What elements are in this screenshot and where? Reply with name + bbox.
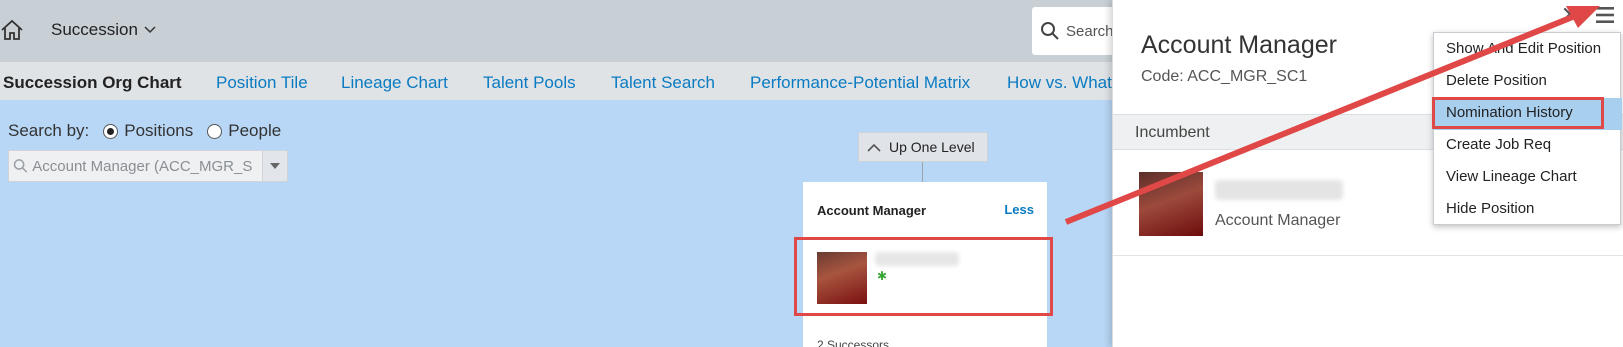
search-icon	[13, 159, 28, 173]
puzzle-icon: ✱	[877, 269, 888, 283]
menu-item-view-lineage-chart[interactable]: View Lineage Chart	[1434, 162, 1622, 194]
menu-item-hide-position[interactable]: Hide Position	[1434, 194, 1622, 226]
position-search-combobox[interactable]: Account Manager (ACC_MGR_S	[8, 150, 288, 182]
menu-item-create-job-req[interactable]: Create Job Req	[1434, 130, 1622, 162]
tab-position-tile[interactable]: Position Tile	[216, 73, 308, 93]
search-placeholder: Search	[1066, 22, 1114, 40]
position-code: Code: ACC_MGR_SC1	[1141, 68, 1308, 85]
tab-performance-potential-matrix[interactable]: Performance-Potential Matrix	[750, 73, 970, 93]
tab-talent-pools[interactable]: Talent Pools	[483, 73, 576, 93]
menu-item-show-and-edit-position[interactable]: Show And Edit Position	[1434, 34, 1622, 66]
incumbent-section-label: Incumbent	[1135, 124, 1210, 141]
incumbent-role: Account Manager	[1215, 212, 1341, 229]
search-icon	[1041, 22, 1059, 40]
successors-count[interactable]: 2 Successors	[817, 338, 889, 347]
menu-item-nomination-history[interactable]: Nomination History	[1434, 98, 1622, 130]
tab-lineage-chart[interactable]: Lineage Chart	[341, 73, 448, 93]
panel-title: Account Manager	[1141, 31, 1337, 59]
tab-talent-search[interactable]: Talent Search	[611, 73, 715, 93]
incumbent-photo[interactable]	[817, 252, 867, 304]
search-by-label: Search by:	[8, 121, 90, 140]
home-icon[interactable]	[0, 18, 24, 42]
position-card[interactable]: Account Manager Less ✱ 2 Successors	[803, 182, 1047, 347]
position-card-title: Account Manager	[817, 203, 927, 218]
tab-succession-org-chart[interactable]: Succession Org Chart	[3, 73, 182, 93]
up-one-level-label: Up One Level	[889, 139, 975, 155]
search-by-group: Search by: Positions People	[8, 121, 281, 141]
chevron-down-icon	[144, 26, 156, 34]
positions-radio-label[interactable]: Positions	[124, 121, 193, 141]
incumbent-avatar[interactable]	[1139, 172, 1203, 236]
combobox-value: Account Manager (ACC_MGR_S	[32, 157, 253, 175]
hamburger-menu-icon[interactable]	[1594, 4, 1616, 26]
positions-radio[interactable]	[103, 123, 119, 139]
up-one-level-button[interactable]: Up One Level	[858, 132, 988, 162]
position-actions-menu: Show And Edit Position Delete Position N…	[1433, 32, 1622, 226]
blurred-incumbent-name	[875, 252, 959, 266]
chevron-up-icon	[867, 143, 881, 152]
org-connector-line	[922, 162, 923, 182]
blurred-incumbent-name	[1215, 180, 1343, 200]
people-radio-label[interactable]: People	[228, 121, 281, 141]
module-label: Succession	[51, 20, 138, 39]
tab-how-vs-what[interactable]: How vs. What	[1007, 73, 1112, 93]
people-radio[interactable]	[207, 123, 223, 139]
less-link[interactable]: Less	[1004, 202, 1034, 217]
close-icon[interactable]: ✕	[1559, 4, 1581, 26]
module-switcher[interactable]: Succession	[51, 20, 156, 40]
menu-item-delete-position[interactable]: Delete Position	[1434, 66, 1622, 98]
dropdown-arrow-icon[interactable]	[262, 151, 287, 181]
